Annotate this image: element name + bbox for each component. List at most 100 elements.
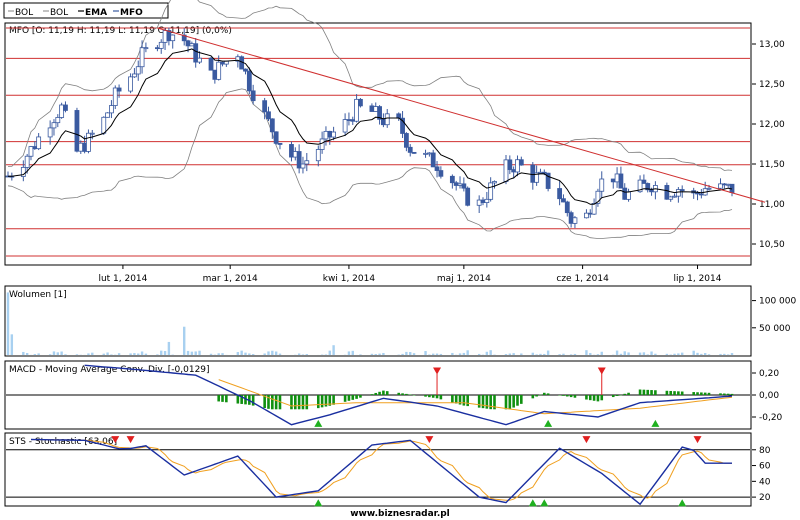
candle-body <box>216 61 222 80</box>
macd-histogram-bar <box>730 393 734 395</box>
candle-body <box>154 47 160 50</box>
candle-body <box>109 105 114 114</box>
macd-histogram-bar <box>677 391 680 395</box>
macd-histogram-bar <box>673 391 676 395</box>
y-tick-label: -0,20 <box>759 413 783 423</box>
candle-body <box>381 118 386 126</box>
candle-body <box>63 104 68 111</box>
volume-bar <box>558 354 561 355</box>
volume-bar <box>198 350 201 355</box>
volume-bar <box>378 353 381 355</box>
candle-body <box>610 178 616 183</box>
macd-histogram-bar <box>320 395 324 408</box>
volume-bar <box>569 354 573 355</box>
candle-body <box>488 182 494 200</box>
volume-bar <box>451 352 454 355</box>
volume-bar <box>278 353 282 355</box>
macd-histogram-bar <box>619 394 623 396</box>
y-tick-label: 80 <box>759 446 771 456</box>
candle-body <box>250 90 256 102</box>
candle-body <box>599 178 605 192</box>
volume-bar <box>539 353 542 355</box>
volume-bar <box>110 354 113 355</box>
candle-body <box>557 188 563 200</box>
candle-body <box>403 133 409 148</box>
candle-body <box>668 196 674 200</box>
volume-plot: 100 000 50 000 <box>6 292 796 355</box>
volume-bar <box>485 351 489 355</box>
candle-body <box>354 98 359 122</box>
candle-body <box>384 113 390 126</box>
macd-histogram-bar <box>297 395 301 410</box>
candle-body <box>614 173 620 183</box>
macd-histogram-bar <box>431 395 435 398</box>
candle-body <box>538 171 543 174</box>
macd-histogram-bar <box>508 395 512 410</box>
volume-bar <box>274 351 278 355</box>
candle-body <box>223 60 229 65</box>
macd-histogram-bar <box>623 393 627 395</box>
volume-bar <box>129 353 132 355</box>
volume-bar <box>64 354 67 355</box>
candle-body <box>47 127 53 138</box>
candle-body <box>315 149 321 162</box>
candle-body <box>139 47 145 68</box>
candle-body <box>698 193 704 196</box>
macd-histogram-bar <box>382 390 385 395</box>
volume-bar <box>409 352 412 355</box>
macd-histogram-bar <box>615 395 619 396</box>
candle-body <box>32 146 38 150</box>
candle-body <box>189 43 195 47</box>
legend-label: BOL <box>15 8 33 18</box>
volume-bar <box>236 352 240 355</box>
volume-bar <box>489 350 492 355</box>
macd-histogram-bar <box>562 395 565 396</box>
y-tick-label: 12,00 <box>759 120 785 130</box>
volume-bar <box>22 351 25 355</box>
volume-bar <box>673 353 676 355</box>
volume-bar <box>251 354 255 355</box>
candle-body <box>319 138 325 150</box>
candle-body <box>289 144 294 158</box>
candle-body <box>143 47 149 50</box>
macd-histogram-bar <box>301 395 305 410</box>
footer-source[interactable]: www.biznesradar.pl <box>350 509 450 519</box>
volume-bar <box>305 354 308 355</box>
macd-histogram-bar <box>703 392 707 395</box>
candle-body <box>507 159 513 170</box>
candle-body <box>476 199 482 206</box>
candle-body <box>55 117 61 124</box>
candle-body <box>434 166 440 171</box>
candle-body <box>568 212 574 224</box>
volume-bar <box>723 353 726 355</box>
candle-body <box>170 34 176 42</box>
volume-bar <box>623 351 626 355</box>
candle-body <box>430 152 436 168</box>
x-tick-label: lip 1, 2014 <box>674 274 722 284</box>
volume-bar <box>248 353 251 355</box>
volume-bar <box>190 351 194 355</box>
legend-label: MFO <box>120 8 143 18</box>
candle-body <box>706 187 712 190</box>
macd-histogram-bar <box>650 390 653 395</box>
stochastic-k-line <box>30 438 732 506</box>
volume-bar <box>75 354 79 355</box>
volume-bar <box>520 353 523 355</box>
volume-bar <box>144 353 148 355</box>
macd-histogram-bar <box>412 395 416 396</box>
macd-histogram-bar <box>225 395 228 403</box>
candle-body <box>193 43 199 63</box>
y-tick-label: 100 000 <box>759 297 796 307</box>
macd-histogram-bar <box>535 395 538 397</box>
candle-body <box>484 198 490 204</box>
volume-bar <box>217 353 220 355</box>
volume-bar <box>700 353 703 355</box>
candle-body <box>453 182 459 186</box>
candle-body <box>197 57 202 63</box>
volume-bar <box>508 353 512 355</box>
volume-bar <box>432 353 435 355</box>
volume-bar <box>91 352 94 355</box>
macd-histogram-bar <box>669 390 673 395</box>
volume-bar <box>730 353 734 355</box>
candle-body <box>112 87 118 106</box>
